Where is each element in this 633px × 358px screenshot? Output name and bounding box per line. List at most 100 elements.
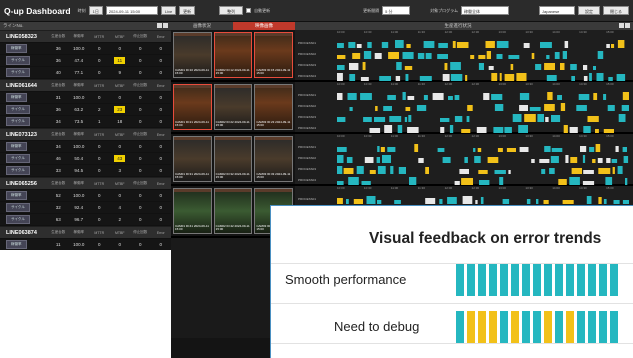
row-label-button[interactable]: サイクル: [6, 154, 30, 163]
row-label-button[interactable]: 稼働率: [6, 191, 27, 200]
row-label-button[interactable]: 稼働率: [6, 93, 27, 102]
row-label-button[interactable]: サイクル: [6, 105, 30, 114]
timeline-segment: [598, 197, 602, 204]
axis-tick-label: 10:00: [337, 186, 345, 190]
table-cell: 0: [159, 119, 162, 124]
row-label-button[interactable]: 稼働率: [6, 142, 27, 151]
camera-thumbnail[interactable]: CAM02 ID:32 2024-09-11 15:00: [213, 136, 253, 182]
table-row: 稼働率 34 100.0 0 0 0 0: [0, 141, 171, 153]
row-label-button[interactable]: サイクル: [6, 203, 30, 212]
smooth-bar: [576, 264, 585, 296]
add-icon[interactable]: [619, 23, 624, 28]
timeline-segment: [389, 116, 402, 122]
line-block: LINE073123 生産台数 稼働率 MTTR MTBF 停止回数 Error 稼働率 34…: [0, 129, 171, 177]
table-cell: 0: [159, 107, 162, 112]
timeline-track: [337, 40, 625, 48]
settings-button[interactable]: 設定: [578, 6, 600, 15]
timeline-segment: [337, 117, 346, 122]
line-header: LINE063874 生産台数 稼働率 MTTR MTBF 停止回数 Error: [0, 227, 171, 239]
axis-tick-label: 11:00: [390, 30, 399, 34]
table-cell: 0: [97, 156, 101, 161]
timeline-segment: [478, 63, 484, 70]
camera-thumbnail[interactable]: CAM03 ID:33 2024-09-11 15:00: [254, 136, 294, 182]
line-name[interactable]: LINE065256: [0, 181, 48, 187]
line-name[interactable]: LINE063874: [0, 230, 48, 236]
camera-thumbnail[interactable]: CAM03 ID:23 2024-09-11 15:00: [254, 84, 294, 130]
timeline-row: PROCESS02: [295, 153, 633, 163]
camera-thumbnail[interactable]: CAM01 ID:21 2024-09-11 15:00: [173, 84, 212, 130]
column-header: 生産台数: [51, 181, 66, 185]
axis-tick-label: 12:00: [444, 186, 453, 190]
timeline-segment: [589, 73, 592, 81]
remove-icon[interactable]: [625, 23, 630, 28]
axis-tick-label: 15:00: [606, 82, 614, 86]
camera-thumbnail[interactable]: CAM02 ID:22 2024-09-11 15:00: [213, 84, 253, 130]
timeline-segment: [464, 157, 468, 163]
remove-icon[interactable]: [163, 23, 168, 28]
timeline-segment: [551, 148, 563, 152]
camera-thumbnail[interactable]: CAM03 ID:15 2024-09-11 15:00: [254, 32, 294, 78]
timeline-segment: [540, 42, 552, 48]
timeline-segment: [518, 125, 528, 133]
timeline-segment: [595, 144, 601, 152]
axis-tick-label: 13:00: [498, 82, 506, 86]
table-cell: 0: [138, 156, 142, 161]
close-button[interactable]: 閉じる: [603, 6, 629, 15]
row-label-button[interactable]: サイクル: [6, 215, 30, 224]
timeline-segment: [493, 127, 504, 133]
row-label-button[interactable]: サイクル: [6, 68, 30, 77]
table-cell: 36: [55, 46, 61, 51]
auto-update-checkbox[interactable]: [246, 8, 252, 13]
line-name[interactable]: LINE061644: [0, 83, 48, 89]
timeline-segment: [363, 117, 372, 122]
timeline-segment: [595, 129, 599, 133]
row-label-button[interactable]: 稼働率: [6, 240, 27, 249]
interval-select[interactable]: 5 分: [382, 6, 411, 15]
row-label-button[interactable]: サイクル: [6, 56, 30, 65]
timeline-segment: [504, 127, 512, 133]
axis-tick-label: 15:00: [606, 30, 614, 34]
add-icon[interactable]: [157, 23, 162, 28]
timeline-segment: [560, 103, 566, 111]
tab-image-status[interactable]: 画像状況: [171, 22, 233, 30]
live-button[interactable]: Live: [160, 6, 177, 15]
table-cell: 0: [118, 242, 121, 247]
tab-video-image[interactable]: 映像画像: [233, 22, 295, 30]
row-label-button[interactable]: サイクル: [6, 166, 30, 175]
update-button[interactable]: 更新: [179, 6, 196, 15]
smooth-bar: [554, 264, 563, 296]
camera-thumbnail[interactable]: CAM02 ID:12 2024-09-11 15:00: [213, 32, 253, 78]
table-cell: 0: [159, 46, 162, 51]
timeline-segment: [487, 157, 499, 163]
debug-bar: [565, 311, 574, 343]
timeline-segment: [550, 156, 559, 163]
line-name[interactable]: LINE058323: [0, 34, 48, 40]
table-row: サイクル 40 77.1 0 9 0 0: [0, 67, 171, 79]
timeline-segment: [414, 144, 419, 152]
range-button[interactable]: 1日: [88, 6, 103, 15]
table-cell: 100.0: [73, 46, 85, 51]
thumbnail-caption: CAM01 ID:10 2024-09-11 15:00: [175, 67, 209, 76]
language-select[interactable]: Japanese: [539, 6, 575, 15]
program-select[interactable]: 稼働全体: [461, 6, 509, 15]
camera-thumbnail[interactable]: CAM02 ID:42 2024-09-11 15:00: [213, 188, 253, 234]
row-label-button[interactable]: 稼働率: [6, 44, 27, 53]
datetime-input[interactable]: 2024-09-11 15:00: [105, 6, 158, 15]
timeline-segment: [356, 44, 362, 48]
debug-bar: [543, 311, 552, 343]
table-cell: 0: [159, 168, 162, 173]
camera-thumbnail[interactable]: CAM01 ID:41 2024-09-11 15:00: [173, 188, 212, 234]
table-cell: 0: [97, 168, 101, 173]
table-cell: 0: [97, 205, 101, 210]
view-button[interactable]: 整列: [219, 6, 244, 15]
line-name[interactable]: LINE073123: [0, 132, 48, 138]
axis-tick-label: 14:30: [579, 186, 587, 190]
row-label-button[interactable]: サイクル: [6, 117, 30, 126]
timeline-segment: [582, 181, 595, 185]
camera-thumbnail[interactable]: CAM01 ID:31 2024-09-11 15:00: [173, 136, 212, 182]
process-label: PROCESS01: [298, 93, 317, 97]
thumbnail-caption: CAM03 ID:15 2024-09-11 15:00: [256, 67, 291, 76]
camera-thumbnail[interactable]: CAM01 ID:10 2024-09-11 15:00: [173, 32, 212, 78]
thumbnail-caption: CAM02 ID:42 2024-09-11 15:00: [215, 223, 250, 232]
line-block: LINE061644 生産台数 稼働率 MTTR MTBF 停止回数 Error 稼働率 31…: [0, 80, 171, 128]
